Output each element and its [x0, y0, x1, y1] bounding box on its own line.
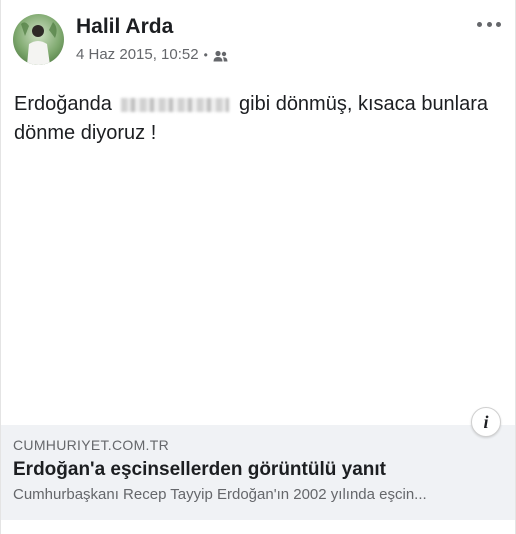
info-icon: i	[483, 411, 489, 432]
separator-dot: •	[203, 47, 208, 62]
more-options-button[interactable]	[477, 18, 501, 30]
more-horizontal-icon	[477, 21, 482, 27]
friends-icon	[213, 49, 228, 61]
post-meta: Halil Arda 4 Haz 2015, 10:52 •	[76, 14, 228, 63]
link-preview-card[interactable]: CUMHURIYET.COM.TR Erdoğan'a eşcinsellerd…	[1, 425, 515, 520]
post-subline: 4 Haz 2015, 10:52 •	[76, 46, 228, 63]
link-title[interactable]: Erdoğan'a eşcinsellerden görüntülü yanıt	[13, 458, 503, 482]
post-timestamp[interactable]: 4 Haz 2015, 10:52	[76, 46, 199, 63]
info-button[interactable]: i	[471, 407, 501, 437]
link-description: Cumhurbaşkanı Recep Tayyip Erdoğan'ın 20…	[13, 486, 427, 503]
post-text: Erdoğanda gibi dönmüş, kısaca bunlara dö…	[14, 90, 494, 148]
redacted-word	[121, 97, 230, 112]
avatar-photo-icon	[21, 22, 57, 65]
facebook-post: Halil Arda 4 Haz 2015, 10:52 • Erdoğanda	[0, 0, 516, 534]
more-horizontal-icon	[486, 21, 492, 27]
link-domain: CUMHURIYET.COM.TR	[13, 437, 169, 453]
more-horizontal-icon	[496, 21, 501, 27]
author-name[interactable]: Halil Arda	[76, 14, 228, 40]
post-text-start: Erdoğanda	[14, 93, 112, 115]
avatar[interactable]	[13, 14, 64, 65]
post-header: Halil Arda 4 Haz 2015, 10:52 •	[13, 14, 228, 65]
